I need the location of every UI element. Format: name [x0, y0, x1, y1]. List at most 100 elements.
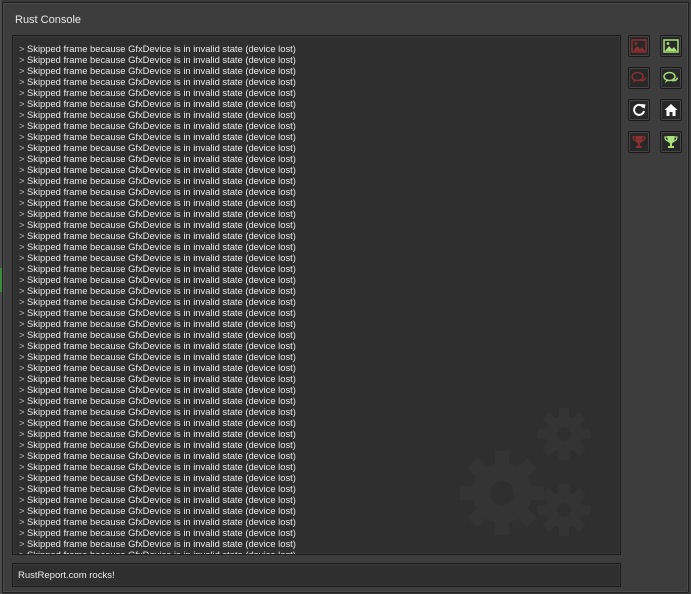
console-log-line: >Skipped frame because GfxDevice is in i… — [19, 153, 614, 164]
log-prompt-glyph: > — [19, 131, 25, 142]
console-log-line: >Skipped frame because GfxDevice is in i… — [19, 461, 614, 472]
console-log-line: >Skipped frame because GfxDevice is in i… — [19, 43, 614, 54]
image-icon — [631, 39, 647, 53]
console-log-line: >Skipped frame because GfxDevice is in i… — [19, 230, 614, 241]
log-line-text: Skipped frame because GfxDevice is in in… — [27, 395, 296, 406]
log-prompt-glyph: > — [19, 54, 25, 65]
log-prompt-glyph: > — [19, 252, 25, 263]
log-line-text: Skipped frame because GfxDevice is in in… — [27, 494, 296, 505]
log-line-text: Skipped frame because GfxDevice is in in… — [27, 516, 296, 527]
log-prompt-glyph: > — [19, 527, 25, 538]
console-log-line: >Skipped frame because GfxDevice is in i… — [19, 505, 614, 516]
log-prompt-glyph: > — [19, 285, 25, 296]
log-line-text: Skipped frame because GfxDevice is in in… — [27, 296, 296, 307]
console-log-line: >Skipped frame because GfxDevice is in i… — [19, 263, 614, 274]
log-prompt-glyph: > — [19, 439, 25, 450]
log-prompt-glyph: > — [19, 318, 25, 329]
chat-button-light[interactable] — [660, 67, 682, 89]
log-prompt-glyph: > — [19, 164, 25, 175]
console-log-line: >Skipped frame because GfxDevice is in i… — [19, 197, 614, 208]
console-command-input[interactable] — [13, 564, 620, 586]
log-line-text: Skipped frame because GfxDevice is in in… — [27, 109, 296, 120]
log-line-text: Skipped frame because GfxDevice is in in… — [27, 274, 296, 285]
log-line-text: Skipped frame because GfxDevice is in in… — [27, 153, 296, 164]
home-button[interactable] — [660, 99, 682, 121]
console-log-list: > Skipped frame because GfxDevice is in i… — [19, 43, 614, 554]
log-prompt-glyph: > — [19, 142, 25, 153]
log-prompt-glyph: > — [19, 428, 25, 439]
log-line-text: Skipped frame because GfxDevice is in in… — [27, 164, 296, 175]
console-log-line: >Skipped frame because GfxDevice is in i… — [19, 76, 614, 87]
console-log-line: >Skipped frame because GfxDevice is in i… — [19, 318, 614, 329]
log-prompt-glyph: > — [19, 153, 25, 164]
image-button-dark[interactable] — [628, 35, 650, 57]
log-prompt-glyph: > — [19, 263, 25, 274]
console-log-line: >Skipped frame because GfxDevice is in i… — [19, 98, 614, 109]
log-prompt-glyph: > — [19, 219, 25, 230]
console-log-line: >Skipped frame because GfxDevice is in i… — [19, 450, 614, 461]
console-log-line: >Skipped frame because GfxDevice is in i… — [19, 340, 614, 351]
log-prompt-glyph: > — [19, 384, 25, 395]
log-line-text: Skipped frame because GfxDevice is in in… — [27, 131, 296, 142]
log-line-text: Skipped frame because GfxDevice is in in… — [27, 351, 296, 362]
console-log-panel[interactable]: > Skipped frame because GfxDevice is in i… — [12, 35, 621, 555]
console-log-line: >Skipped frame because GfxDevice is in i… — [19, 65, 614, 76]
console-log-line: >Skipped frame because GfxDevice is in i… — [19, 219, 614, 230]
log-prompt-glyph: > — [19, 208, 25, 219]
console-log-line: >Skipped frame because GfxDevice is in i… — [19, 494, 614, 505]
console-log-line: >Skipped frame because GfxDevice is in i… — [19, 252, 614, 263]
log-prompt-glyph: > — [19, 65, 25, 76]
log-line-text: Skipped frame because GfxDevice is in in… — [27, 219, 296, 230]
log-line-text: Skipped frame because GfxDevice is in in… — [27, 98, 296, 109]
log-prompt-glyph: > — [19, 417, 25, 428]
rust-console-window: Rust Console > Skipped frame because Gfx… — [2, 2, 689, 593]
console-log-line: >Skipped frame because GfxDevice is in i… — [19, 472, 614, 483]
console-log-line: >Skipped frame because GfxDevice is in i… — [19, 296, 614, 307]
log-line-text: Skipped frame because GfxDevice is in in… — [27, 329, 296, 340]
log-prompt-glyph: > — [19, 76, 25, 87]
log-prompt-glyph: > — [19, 351, 25, 362]
window-title: Rust Console — [15, 14, 82, 26]
log-prompt-glyph: > — [19, 197, 25, 208]
log-line-text: Skipped frame because GfxDevice is in in… — [27, 263, 296, 274]
log-line-text: Skipped frame because GfxDevice is in in… — [27, 527, 296, 538]
log-prompt-glyph: > — [19, 505, 25, 516]
log-prompt-glyph: > — [19, 241, 25, 252]
console-log-line: >Skipped frame because GfxDevice is in i… — [19, 384, 614, 395]
console-log-line: >Skipped frame because GfxDevice is in i… — [19, 538, 614, 549]
console-log-line: >Skipped frame because GfxDevice is in i… — [19, 351, 614, 362]
log-prompt-glyph: > — [19, 450, 25, 461]
log-line-text: Skipped frame because GfxDevice is in in… — [27, 406, 296, 417]
refresh-button[interactable] — [628, 99, 650, 121]
log-line-text: Skipped frame because GfxDevice is in in… — [27, 538, 296, 549]
chat-button-dark[interactable] — [628, 67, 650, 89]
trophy-button-light[interactable] — [660, 131, 682, 153]
console-input-box[interactable] — [12, 563, 621, 587]
log-prompt-glyph: > — [19, 538, 25, 549]
log-line-text: Skipped frame because GfxDevice is in in… — [27, 472, 296, 483]
chat-bubbles-icon — [631, 71, 647, 83]
log-prompt-glyph: > — [19, 406, 25, 417]
console-log-line: >Skipped frame because GfxDevice is in i… — [19, 54, 614, 65]
console-log-line: >Skipped frame because GfxDevice is in i… — [19, 395, 614, 406]
image-button-light[interactable] — [660, 35, 682, 57]
log-prompt-glyph: > — [19, 98, 25, 109]
log-prompt-glyph: > — [19, 461, 25, 472]
console-log-line: >Skipped frame because GfxDevice is in i… — [19, 362, 614, 373]
log-line-text: Skipped frame because GfxDevice is in in… — [27, 285, 296, 296]
console-log-line: >Skipped frame because GfxDevice is in i… — [19, 483, 614, 494]
console-log-line: >Skipped frame because GfxDevice is in i… — [19, 406, 614, 417]
refresh-icon — [633, 103, 646, 116]
log-line-text: Skipped frame because GfxDevice is in in… — [27, 87, 296, 98]
console-log-line: >Skipped frame because GfxDevice is in i… — [19, 307, 614, 318]
log-line-text: Skipped frame because GfxDevice is in in… — [27, 307, 296, 318]
log-prompt-glyph: > — [19, 516, 25, 527]
log-line-text: Skipped frame because GfxDevice is in in… — [27, 65, 296, 76]
log-line-text: Skipped frame because GfxDevice is in in… — [27, 43, 296, 54]
log-prompt-glyph: > — [19, 296, 25, 307]
log-prompt-glyph: > — [19, 549, 27, 554]
log-line-text: Skipped frame because GfxDevice is in in… — [27, 230, 296, 241]
trophy-button-dark[interactable] — [628, 131, 650, 153]
console-log-line: >Skipped frame because GfxDevice is in i… — [19, 329, 614, 340]
console-log-line: >Skipped frame because GfxDevice is in i… — [19, 527, 614, 538]
